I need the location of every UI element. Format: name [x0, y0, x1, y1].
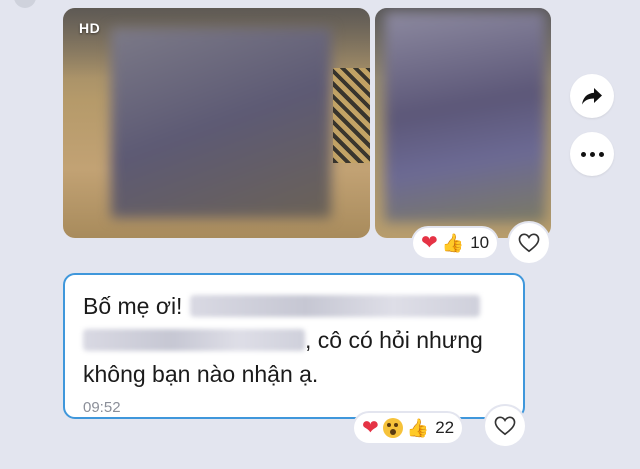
- photo-group: HD: [63, 8, 551, 238]
- forward-button[interactable]: [570, 74, 614, 118]
- astonished-emoji-icon: [382, 418, 403, 438]
- message-text: Bố mẹ ơi!: [83, 293, 183, 319]
- heart-outline-icon: [518, 233, 540, 253]
- more-options-icon: [580, 151, 604, 157]
- heart-emoji-icon: ❤: [421, 232, 438, 254]
- heart-outline-icon: [494, 416, 516, 436]
- avatar[interactable]: [14, 0, 36, 8]
- thumbs-up-emoji-icon: 👍: [441, 233, 465, 253]
- react-button[interactable]: [509, 223, 549, 263]
- message-text: không bạn nào nhận ạ.: [83, 361, 319, 387]
- photo-detail: [333, 68, 370, 163]
- more-options-button[interactable]: [570, 132, 614, 176]
- message-line: không bạn nào nhận ạ.: [83, 357, 505, 391]
- forward-icon: [582, 88, 602, 105]
- reaction-summary[interactable]: ❤ 👍 22: [354, 413, 463, 443]
- react-button[interactable]: [485, 406, 525, 446]
- message-line: , cô có hỏi nhưng: [83, 323, 505, 357]
- message-text: , cô có hỏi nhưng: [305, 327, 483, 353]
- photo-attachment-1[interactable]: HD: [63, 8, 370, 238]
- hd-badge: HD: [79, 20, 101, 36]
- thumbs-up-emoji-icon: 👍: [406, 418, 430, 438]
- heart-emoji-icon: ❤: [362, 417, 379, 439]
- reaction-summary[interactable]: ❤ 👍 10: [413, 228, 498, 258]
- reaction-count: 10: [470, 233, 490, 252]
- photo-attachment-2[interactable]: [375, 8, 551, 238]
- blurred-region: [385, 12, 545, 222]
- reaction-count: 22: [435, 418, 455, 437]
- message-bubble[interactable]: Bố mẹ ơi! , cô có hỏi nhưng không bạn nà…: [63, 273, 525, 419]
- redacted-text: [190, 295, 481, 317]
- blurred-region: [111, 28, 331, 218]
- message-line: Bố mẹ ơi!: [83, 289, 505, 323]
- redacted-text: [83, 329, 305, 351]
